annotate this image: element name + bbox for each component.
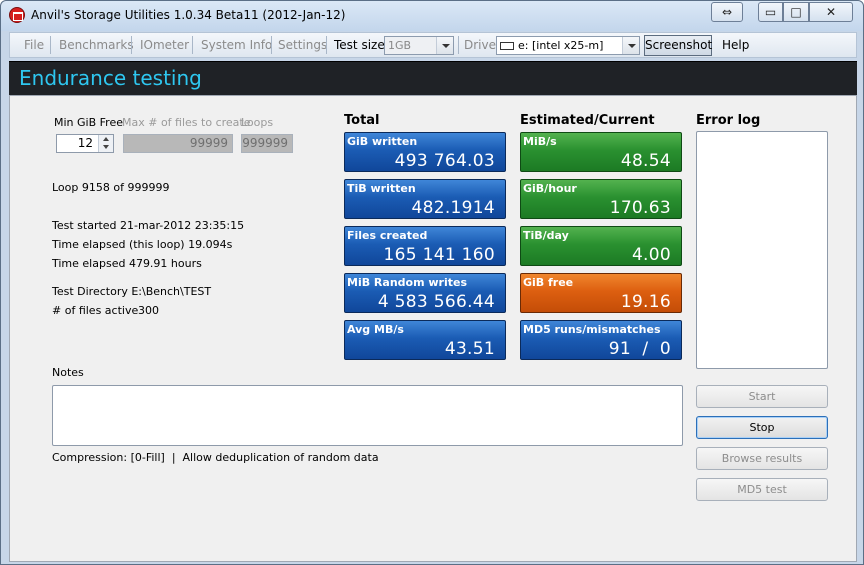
test-directory: Test Directory E:\Bench\TEST xyxy=(52,285,212,298)
totals-heading: Total xyxy=(344,113,380,128)
drive-value: e: [intel x25-m] xyxy=(518,39,604,52)
tile-value: 493 764.03 xyxy=(394,151,495,171)
loops-field: 999999 xyxy=(241,134,293,153)
tile-label: Files created xyxy=(347,229,428,242)
drive-select[interactable]: e: [intel x25-m] xyxy=(496,36,640,55)
compression-info: Compression: [0-Fill] | Allow deduplicat… xyxy=(52,451,379,464)
tile-mibs: MiB/s 48.54 xyxy=(520,132,682,172)
maximize-icon[interactable]: □ xyxy=(783,2,809,22)
test-size-select[interactable]: 1GB xyxy=(384,36,454,55)
min-gib-free-value: 12 xyxy=(77,136,93,150)
menu-file[interactable]: File xyxy=(24,38,44,52)
tile-avg-mbs: Avg MB/s 43.51 xyxy=(344,320,506,360)
md5-test-button[interactable]: MD5 test xyxy=(696,478,828,501)
tile-value: 482.1914 xyxy=(411,198,495,218)
tile-value: 4 583 566.44 xyxy=(377,292,495,312)
menu-help[interactable]: Help xyxy=(722,38,749,52)
menu-settings[interactable]: Settings xyxy=(278,38,327,52)
menu-separator xyxy=(271,36,272,54)
chevron-down-icon xyxy=(436,37,453,54)
tile-gib-hour: GiB/hour 170.63 xyxy=(520,179,682,219)
current-heading: Estimated/Current xyxy=(520,113,655,128)
error-log-heading: Error log xyxy=(696,113,761,128)
tile-label: MD5 runs/mismatches xyxy=(523,323,661,336)
tile-tib-day: TiB/day 4.00 xyxy=(520,226,682,266)
tile-mib-random-writes: MiB Random writes 4 583 566.44 xyxy=(344,273,506,313)
resize-icon[interactable]: ⇔ xyxy=(711,2,743,22)
browse-results-button[interactable]: Browse results xyxy=(696,447,828,470)
menu-separator xyxy=(131,36,132,54)
drive-icon xyxy=(500,42,514,50)
menu-iometer[interactable]: IOmeter xyxy=(140,38,189,52)
menu-separator xyxy=(326,36,327,54)
tile-label: TiB/day xyxy=(523,229,569,242)
tile-value: 91 / 0 xyxy=(608,339,671,359)
max-files-label: Max # of files to create xyxy=(122,116,251,129)
time-elapsed: Time elapsed 479.91 hours xyxy=(52,257,202,270)
window-title: Anvil's Storage Utilities 1.0.34 Beta11 … xyxy=(31,8,346,22)
tile-files-created: Files created 165 141 160 xyxy=(344,226,506,266)
files-active-label: # of files active xyxy=(52,304,139,317)
error-log[interactable] xyxy=(696,131,828,369)
min-gib-free-label: Min GiB Free xyxy=(54,116,123,129)
tile-value: 170.63 xyxy=(609,198,671,218)
loop-counter: Loop 9158 of 999999 xyxy=(52,181,170,194)
test-size-value: 1GB xyxy=(388,39,412,52)
tile-value: 48.54 xyxy=(620,151,671,171)
tile-value: 165 141 160 xyxy=(383,245,495,265)
tile-md5-runs: MD5 runs/mismatches 91 / 0 xyxy=(520,320,682,360)
menu-bar: File Benchmarks IOmeter System Info Sett… xyxy=(9,32,857,58)
tile-label: MiB/s xyxy=(523,135,557,148)
tile-tib-written: TiB written 482.1914 xyxy=(344,179,506,219)
tile-label: Avg MB/s xyxy=(347,323,404,336)
menu-benchmarks[interactable]: Benchmarks xyxy=(59,38,134,52)
tile-gib-written: GiB written 493 764.03 xyxy=(344,132,506,172)
menu-separator xyxy=(192,36,193,54)
tile-label: MiB Random writes xyxy=(347,276,468,289)
minimize-icon[interactable]: ▭ xyxy=(758,2,783,22)
time-elapsed-loop: Time elapsed (this loop) 19.094s xyxy=(52,238,233,251)
start-button[interactable]: Start xyxy=(696,385,828,408)
menu-system-info[interactable]: System Info xyxy=(201,38,272,52)
loops-label: Loops xyxy=(241,116,274,129)
tile-gib-free: GiB free 19.16 xyxy=(520,273,682,313)
app-window: Anvil's Storage Utilities 1.0.34 Beta11 … xyxy=(0,0,864,565)
screenshot-button[interactable]: Screenshot xyxy=(644,35,712,56)
stepper-arrows-icon[interactable] xyxy=(98,135,113,152)
tile-label: GiB written xyxy=(347,135,418,148)
title-bar[interactable]: Anvil's Storage Utilities 1.0.34 Beta11 … xyxy=(1,1,863,31)
stop-button[interactable]: Stop xyxy=(696,416,828,439)
min-gib-free-stepper[interactable]: 12 xyxy=(56,134,114,153)
test-size-label: Test size xyxy=(334,38,385,52)
tile-value: 4.00 xyxy=(631,245,671,265)
main-panel: Min GiB Free Max # of files to create Lo… xyxy=(9,95,857,562)
chevron-down-icon xyxy=(622,37,639,54)
app-logo-icon xyxy=(9,7,25,23)
tile-value: 43.51 xyxy=(444,339,495,359)
menu-separator xyxy=(458,36,459,54)
notes-label: Notes xyxy=(52,366,84,379)
tile-label: GiB free xyxy=(523,276,574,289)
tile-label: GiB/hour xyxy=(523,182,577,195)
notes-textarea[interactable] xyxy=(52,385,683,446)
close-icon[interactable]: ✕ xyxy=(809,2,853,22)
menu-separator xyxy=(50,36,51,54)
page-banner: Endurance testing xyxy=(9,61,857,95)
tile-label: TiB written xyxy=(347,182,416,195)
files-active-value: 300 xyxy=(138,304,159,317)
test-started: Test started 21-mar-2012 23:35:15 xyxy=(52,219,245,232)
max-files-field: 99999 xyxy=(123,134,233,153)
drive-label: Drive xyxy=(464,38,496,52)
tile-value: 19.16 xyxy=(620,292,671,312)
page-title: Endurance testing xyxy=(19,66,202,90)
